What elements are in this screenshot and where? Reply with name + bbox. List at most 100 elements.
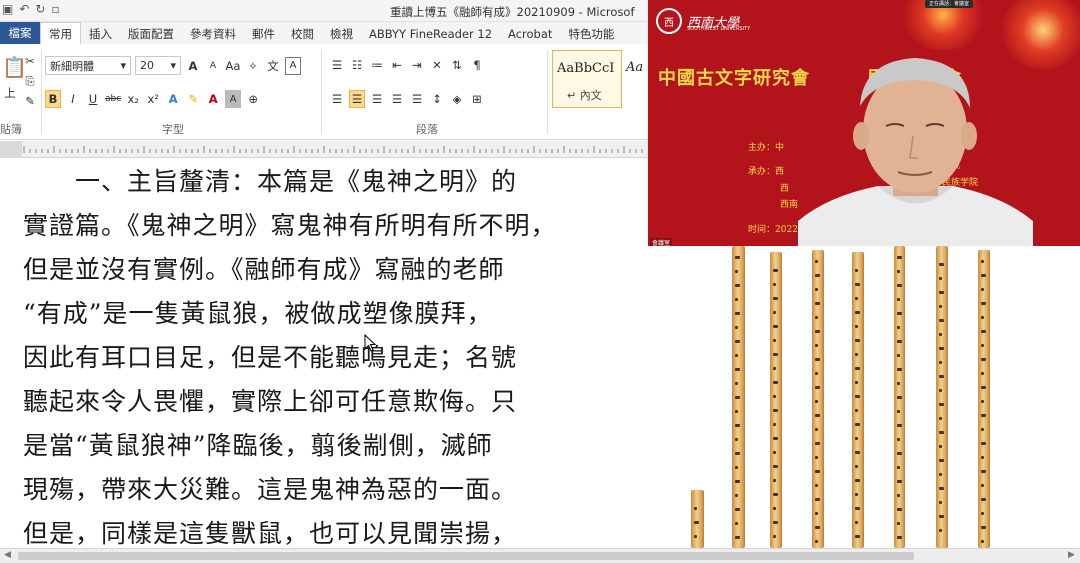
tab-abbyy[interactable]: ABBYY FineReader 12 [361,24,500,44]
font-name-select[interactable]: 新細明體 ▾ [45,56,131,75]
scroll-right-icon[interactable]: ▶ [1068,550,1075,560]
slip-glyph [694,507,697,510]
slip-glyph [897,368,902,371]
clear-format-icon[interactable]: ✧ [245,57,261,75]
phonetic-guide-icon[interactable]: 文 [265,57,281,75]
bold-button[interactable]: B [45,90,61,108]
text-effects-icon[interactable]: A [165,90,181,108]
slip-glyph [773,437,778,440]
style-next[interactable]: Aa [626,60,643,75]
change-case-button[interactable]: Aa [225,57,241,75]
redo-icon[interactable]: ↻ [35,2,45,16]
scroll-thumb[interactable] [18,552,914,560]
slip-glyph [735,354,738,357]
slip-glyph [981,540,984,543]
slip-glyph [773,479,776,482]
slip-glyph [897,522,900,525]
document-line: 現殤，帶來大災難。這是鬼神為惡的一面。 [23,475,518,504]
tab-view[interactable]: 檢視 [322,24,361,44]
tab-features[interactable]: 特色功能 [560,24,622,44]
slip-glyph [855,325,858,328]
slip-glyph [815,302,820,305]
slip-glyph [939,319,944,322]
font-color-icon[interactable]: A [205,90,221,108]
cut-icon[interactable]: ✂ [22,52,38,70]
char-shading-icon[interactable]: A [225,90,242,108]
slip-glyph [773,409,778,412]
paragraph-group-label: 段落 [416,123,438,136]
scroll-left-icon[interactable]: ◀ [4,550,11,560]
enclose-char-icon[interactable]: ⊕ [245,90,261,108]
copy-icon[interactable]: ⎘ [22,72,38,90]
slip-glyph [981,484,984,487]
tab-references[interactable]: 參考資料 [182,24,244,44]
slip-glyph [897,508,902,511]
format-painter-icon[interactable]: ✎ [22,92,38,110]
slip-glyph [855,535,860,538]
slip-glyph [981,414,986,417]
style-normal[interactable]: AaBbCcI ↵ 內文 [552,50,622,108]
horizontal-scrollbar[interactable]: ◀ ▶ [0,548,1080,563]
tab-mailings[interactable]: 郵件 [244,24,283,44]
slip-glyph [855,297,858,300]
slip-glyph [939,459,944,462]
align-center-icon[interactable]: ☰ [349,90,365,108]
ribbon-divider [547,50,548,134]
highlight-icon[interactable]: ✎ [185,90,201,108]
undo-icon[interactable]: ↶ [19,2,29,16]
slip-glyph [897,382,900,385]
show-marks-icon[interactable]: ¶ [469,56,485,74]
align-left-icon[interactable]: ☰ [329,90,345,108]
save-icon[interactable]: ▣ [2,2,13,16]
slip-glyph [855,409,858,412]
slip-glyph [773,339,776,342]
bamboo-slip [732,246,745,548]
shading-icon[interactable]: ◈ [449,90,465,108]
multilevel-list-icon[interactable]: ≔ [369,56,385,74]
shrink-font-button[interactable]: A [205,57,221,75]
ribbon-tabs: 檔案 常用 插入 版面配置 參考資料 郵件 校閱 檢視 ABBYY FineRe… [0,22,648,44]
char-border-icon[interactable]: A [285,56,301,75]
tab-home[interactable]: 常用 [40,22,81,44]
slip-glyph [981,498,986,501]
align-right-icon[interactable]: ☰ [369,90,385,108]
font-size-select[interactable]: 20 ▾ [135,56,181,75]
document-line: 但是，同樣是這隻獸鼠，也可以見聞崇揚， [23,519,518,548]
tab-review[interactable]: 校閱 [283,24,322,44]
line-spacing-icon[interactable]: ↕ [429,90,445,108]
slip-glyph [735,368,740,371]
new-doc-icon[interactable]: ▫ [51,2,59,16]
slip-glyph [815,526,820,529]
strikethrough-button[interactable]: abc [105,90,121,108]
ruler[interactable] [0,141,648,158]
borders-icon[interactable]: ⊞ [469,90,485,108]
sort-icon[interactable]: ⇅ [449,56,465,74]
numbering-icon[interactable]: ☷ [349,56,365,74]
subscript-button[interactable]: x₂ [125,90,141,108]
justify-icon[interactable]: ☰ [389,90,405,108]
tab-insert[interactable]: 插入 [81,24,120,44]
slip-glyph [773,353,778,356]
document-page[interactable]: 一、主旨釐清：本篇是《鬼神之明》的 實證篇。《鬼神之明》寫鬼神有所明有所不明， … [0,158,648,550]
distributed-icon[interactable]: ☰ [409,90,425,108]
slip-glyph [735,536,740,539]
bullets-icon[interactable]: ☰ [329,56,345,74]
slip-glyph [815,484,818,487]
slip-glyph [855,479,860,482]
tab-page-layout[interactable]: 版面配置 [120,24,182,44]
slip-glyph [939,263,944,266]
slip-glyph [855,381,858,384]
slip-glyph [735,270,738,273]
tab-acrobat[interactable]: Acrobat [500,24,560,44]
grow-font-button[interactable]: A [185,57,201,75]
slip-glyph [855,395,860,398]
italic-button[interactable]: I [65,90,81,108]
superscript-button[interactable]: x² [145,90,161,108]
increase-indent-icon[interactable]: ⇥ [409,56,425,74]
slip-glyph [897,312,902,315]
tab-file[interactable]: 檔案 [0,22,40,44]
asian-layout-icon[interactable]: ✕ [429,56,445,74]
decrease-indent-icon[interactable]: ⇤ [389,56,405,74]
underline-button[interactable]: U [85,90,101,108]
slip-glyph [939,347,944,350]
